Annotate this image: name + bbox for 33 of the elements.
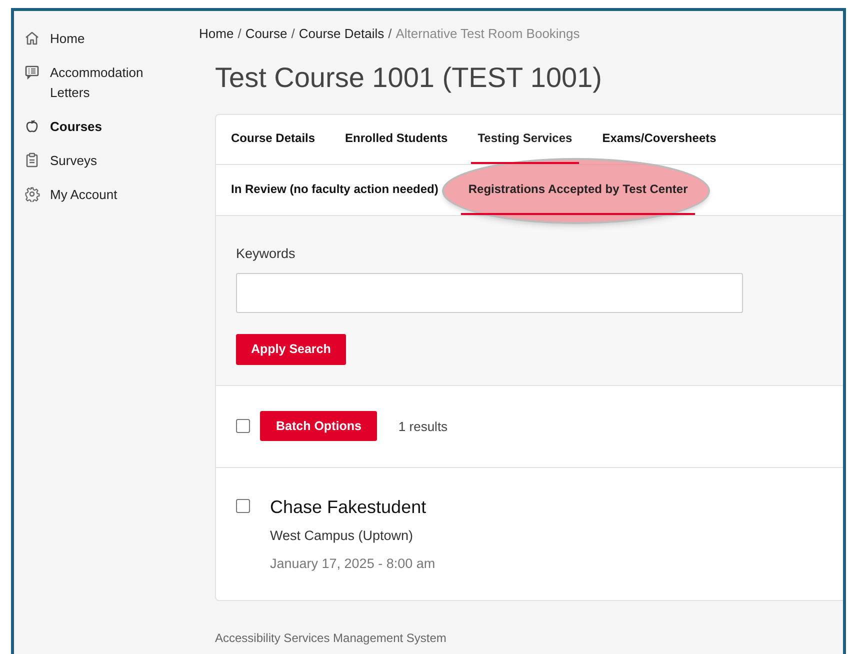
breadcrumb-current: Alternative Test Room Bookings [396, 25, 580, 43]
breadcrumb-separator: / [291, 25, 295, 43]
checkbox[interactable] [236, 419, 250, 434]
clipboard-icon [24, 152, 40, 168]
tab[interactable]: Course Details [224, 114, 322, 164]
campus-location: West Campus (Uptown) [270, 526, 414, 545]
tab[interactable]: Exams/Coversheets [595, 114, 724, 164]
batch-options-button[interactable]: Batch Options [260, 411, 378, 442]
tab[interactable]: Enrolled Students [338, 114, 455, 164]
student-name: Chase Fakestudent [270, 496, 428, 518]
home-icon [24, 30, 40, 46]
sidebar-item[interactable]: Home [50, 29, 160, 49]
checkbox[interactable] [236, 498, 250, 513]
sidebar-item[interactable]: My Account [50, 185, 160, 205]
apple-icon [24, 118, 40, 134]
keywords-field[interactable] [236, 272, 743, 313]
sub-tab[interactable]: In Review (no faculty action needed) [224, 164, 446, 214]
footer-text: Accessibility Services Management System [215, 630, 448, 648]
results-count: 1 results [398, 418, 448, 436]
apply-search-button[interactable]: Apply Search [236, 334, 346, 365]
sidebar-item[interactable]: Accommodation Letters [50, 63, 160, 103]
message-icon [24, 64, 40, 80]
breadcrumb-link[interactable]: Course Details [298, 24, 384, 44]
breadcrumb-separator: / [238, 25, 242, 43]
breadcrumb-separator: / [388, 25, 392, 43]
breadcrumb-link[interactable]: Home [199, 24, 234, 44]
exam-datetime: January 17, 2025 - 8:00 am [270, 555, 436, 573]
breadcrumb-link[interactable]: Course [245, 24, 288, 44]
settings-icon [24, 186, 40, 202]
sidebar-item[interactable]: Surveys [50, 151, 160, 171]
sidebar-item[interactable]: Courses [50, 117, 160, 137]
field-label: Keywords [236, 244, 296, 263]
page-title: Test Course 1001 (TEST 1001) [215, 64, 604, 92]
